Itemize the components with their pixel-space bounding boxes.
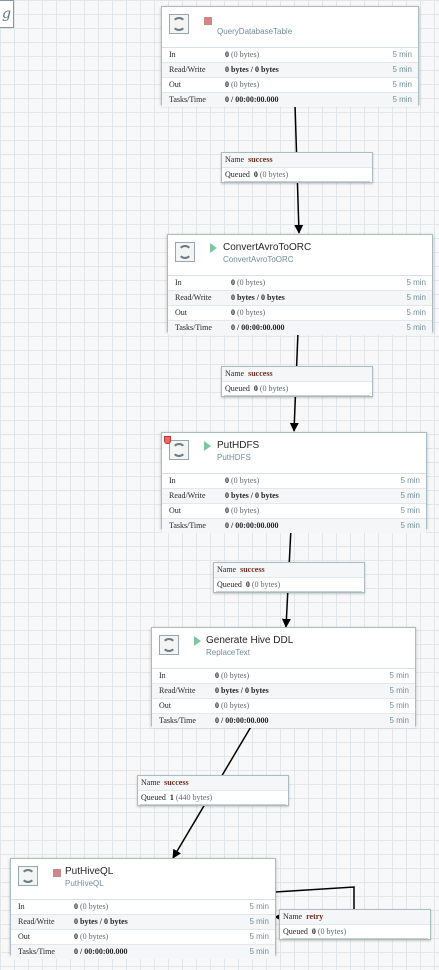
stats-row: In 0 (0 bytes) 5 min	[168, 276, 432, 291]
stopped-icon[interactable]	[204, 17, 212, 25]
processor-type: PutHiveQL	[65, 879, 104, 888]
stats-row: In 0 (0 bytes) 5 min	[162, 474, 426, 489]
stats-row: In 0 (0 bytes) 5 min	[152, 669, 415, 684]
stats-row: Out 0 (0 bytes) 5 min	[168, 306, 432, 321]
stats-row: Read/Write 0 bytes / 0 bytes 5 min	[11, 915, 275, 930]
connection-label-retry[interactable]: Name retry Queued 0 (0 bytes)	[279, 909, 431, 940]
processor-type: QueryDatabaseTable	[217, 27, 293, 36]
running-icon[interactable]	[194, 636, 201, 646]
processor-icon	[175, 242, 195, 262]
queue-progress-bar	[224, 181, 370, 184]
processor-put-hdfs[interactable]: PutHDFS PutHDFS In 0 (0 bytes) 5 min Read/…	[161, 432, 427, 533]
processor-icon	[159, 635, 179, 655]
stats-row: Read/Write 0 bytes / 0 bytes 5 min	[168, 291, 432, 306]
processor-put-hive-ql[interactable]: PutHiveQL PutHiveQL In 0 (0 bytes) 5 min R…	[10, 858, 276, 959]
processor-icon	[169, 440, 189, 460]
stats-row: Tasks/Time 0 / 00:00:00.000 5 min	[168, 321, 432, 335]
stats-row: Tasks/Time 0 / 00:00:00.000 5 min	[11, 945, 275, 959]
stats-row: Out 0 (0 bytes) 5 min	[162, 504, 426, 519]
stats-row: Read/Write 0 bytes / 0 bytes 5 min	[162, 489, 426, 504]
processor-icon	[169, 14, 189, 34]
stats-row: Out 0 (0 bytes) 5 min	[162, 78, 418, 93]
stats-row: Out 0 (0 bytes) 5 min	[11, 930, 275, 945]
processor-type: ReplaceText	[206, 648, 251, 657]
processor-generate-hive-ddl[interactable]: Generate Hive DDL ReplaceText In 0 (0 byt…	[151, 627, 416, 728]
bulletin-icon[interactable]	[164, 436, 171, 444]
stats-row: Read/Write 0 bytes / 0 bytes 5 min	[162, 63, 418, 78]
connection-label[interactable]: Name success Queued 1 (440 bytes)	[137, 775, 289, 806]
processor-name: PutHiveQL	[65, 866, 114, 877]
connection-label[interactable]: Name success Queued 0 (0 bytes)	[221, 366, 373, 397]
processor-query-database-table[interactable]: QueryDatabaseTable In 0 (0 bytes) 5 min Re…	[161, 6, 419, 107]
queue-progress-bar	[140, 804, 286, 807]
stopped-icon[interactable]	[53, 869, 61, 877]
queue-progress-bar	[216, 591, 362, 594]
canvas-corner-tag: g	[0, 0, 14, 28]
processor-stats: In 0 (0 bytes) 5 min Read/Write 0 bytes / 0…	[168, 276, 432, 335]
processor-type: ConvertAvroToORC	[223, 255, 294, 264]
stats-row: Tasks/Time 0 / 00:00:00.000 5 min	[162, 519, 426, 533]
processor-convert-avro-to-orc[interactable]: ConvertAvroToORC ConvertAvroToORC In 0 (0…	[167, 234, 433, 335]
running-icon[interactable]	[204, 441, 211, 451]
processor-icon	[18, 866, 38, 886]
processor-name: ConvertAvroToORC	[223, 242, 312, 253]
stats-row: Tasks/Time 0 / 00:00:00.000 5 min	[162, 93, 418, 107]
stats-row: In 0 (0 bytes) 5 min	[11, 900, 275, 915]
stats-row: Out 0 (0 bytes) 5 min	[152, 699, 415, 714]
processor-stats: In 0 (0 bytes) 5 min Read/Write 0 bytes / 0…	[11, 900, 275, 959]
queue-progress-bar	[224, 395, 370, 398]
processor-stats: In 0 (0 bytes) 5 min Read/Write 0 bytes / 0…	[162, 474, 426, 533]
processor-type: PutHDFS	[217, 453, 251, 462]
processor-name: PutHDFS	[217, 440, 260, 451]
stats-row: In 0 (0 bytes) 5 min	[162, 48, 418, 63]
processor-stats: In 0 (0 bytes) 5 min Read/Write 0 bytes / 0…	[152, 669, 415, 728]
stats-row: Read/Write 0 bytes / 0 bytes 5 min	[152, 684, 415, 699]
processor-name: Generate Hive DDL	[206, 635, 294, 646]
connection-label[interactable]: Name success Queued 0 (0 bytes)	[213, 562, 365, 593]
processor-stats: In 0 (0 bytes) 5 min Read/Write 0 bytes / 0…	[162, 48, 418, 107]
connection-label[interactable]: Name success Queued 0 (0 bytes)	[221, 152, 373, 183]
running-icon[interactable]	[210, 243, 217, 253]
stats-row: Tasks/Time 0 / 00:00:00.000 5 min	[152, 714, 415, 728]
queue-progress-bar	[282, 938, 428, 941]
